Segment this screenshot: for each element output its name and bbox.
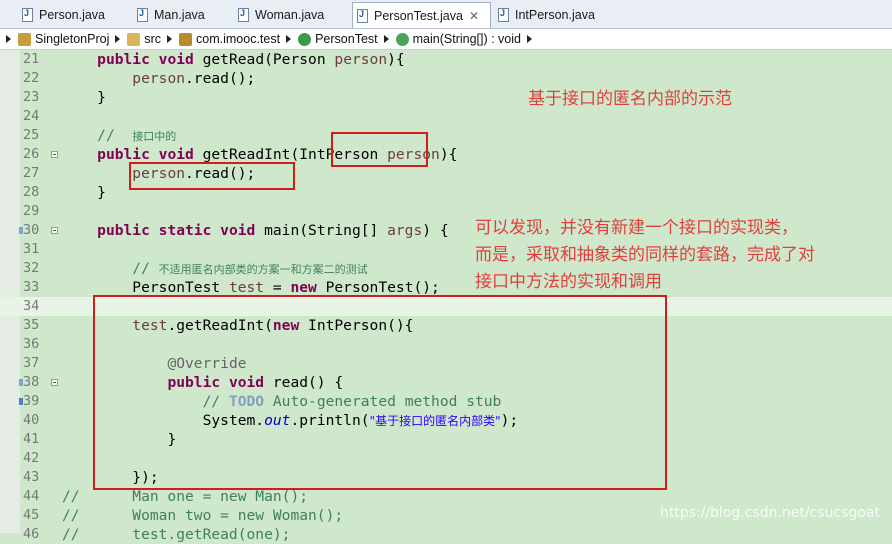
fold-toggle-icon[interactable] <box>51 151 58 158</box>
code-line: 24 <box>0 107 892 126</box>
java-file-icon <box>357 8 368 23</box>
line-number: 28 <box>23 184 40 200</box>
code-line: 21 public void getRead(Person person){ <box>23 51 405 68</box>
java-file-icon <box>498 8 509 22</box>
tab-label: Woman.java <box>255 8 325 22</box>
watermark: https://blog.csdn.net/csucsgoat <box>659 505 880 521</box>
chevron-right-icon <box>383 35 389 43</box>
annotation-line-2: 而是，采取和抽象类的同样的套路，完成了对 <box>475 245 815 265</box>
code-line: 46// test.getRead(one); <box>23 526 291 543</box>
line-number: 40 <box>23 412 40 428</box>
editor-tab-bar: Person.java Man.java Woman.java PersonTe… <box>0 0 892 29</box>
package-icon <box>179 32 193 46</box>
breadcrumb: SingletonProj src com.imooc.test PersonT… <box>0 29 892 50</box>
line-number: 41 <box>23 431 40 447</box>
tab-man-java[interactable]: Man.java <box>133 2 229 28</box>
tab-label: Person.java <box>39 8 106 22</box>
line-number: 43 <box>23 469 40 485</box>
line-number: 23 <box>23 89 40 105</box>
line-number: 42 <box>23 450 40 466</box>
breadcrumb-project[interactable]: SingletonProj <box>6 32 109 46</box>
highlight-box-person-read <box>129 162 295 190</box>
java-file-icon <box>22 8 33 22</box>
line-number: 29 <box>23 203 40 219</box>
breadcrumb-src[interactable]: src <box>115 32 161 46</box>
annotation-line-3: 接口中方法的实现和调用 <box>475 272 662 292</box>
line-number: 35 <box>23 317 40 333</box>
tab-woman-java[interactable]: Woman.java <box>234 2 348 28</box>
line-number: 45 <box>23 507 40 523</box>
breadcrumb-label: PersonTest <box>315 32 378 46</box>
annotation-title: 基于接口的匿名内部的示范 <box>528 89 732 109</box>
chevron-right-icon <box>115 35 121 43</box>
line-number: 33 <box>23 279 40 295</box>
code-line: 22 person.read(); <box>23 70 256 87</box>
line-number: 24 <box>23 108 40 124</box>
chevron-right-icon <box>527 35 532 43</box>
breadcrumb-label: main(String[]) : void <box>412 32 521 46</box>
java-file-icon <box>137 8 148 22</box>
line-number: 31 <box>23 241 40 257</box>
tab-label: Man.java <box>154 8 205 22</box>
class-icon <box>298 32 312 46</box>
source-folder-icon <box>127 32 141 46</box>
breadcrumb-label: com.imooc.test <box>196 32 281 46</box>
breadcrumb-package[interactable]: com.imooc.test <box>167 32 280 46</box>
chevron-right-icon <box>286 35 292 43</box>
breadcrumb-label: SingletonProj <box>35 32 110 46</box>
line-number: 36 <box>23 336 40 352</box>
line-number: 21 <box>23 51 40 67</box>
method-icon <box>395 32 409 46</box>
line-number: 39 <box>23 393 40 409</box>
chevron-right-icon <box>6 35 11 43</box>
java-file-icon <box>238 8 249 22</box>
highlight-box-anonymous-class <box>93 295 667 490</box>
line-number: 38 <box>23 374 40 390</box>
highlight-box-intperson <box>331 132 428 167</box>
tab-person-java[interactable]: Person.java <box>18 2 130 28</box>
line-number: 34 <box>23 298 40 314</box>
breadcrumb-label: src <box>144 32 162 46</box>
tab-label: PersonTest.java <box>374 8 463 23</box>
close-tab-icon[interactable]: ✕ <box>469 9 479 23</box>
code-line: 25 // 接口中的 <box>23 127 177 144</box>
fold-toggle-icon[interactable] <box>51 227 58 234</box>
code-line: 23 } <box>23 89 106 106</box>
tab-label: IntPerson.java <box>515 8 595 22</box>
annotation-line-1: 可以发现，并没有新建一个接口的实现类， <box>475 218 798 238</box>
line-number: 25 <box>23 127 40 143</box>
tab-intperson-java[interactable]: IntPerson.java <box>494 2 614 28</box>
breadcrumb-method[interactable]: main(String[]) : void <box>383 32 539 46</box>
tab-persontest-java[interactable]: PersonTest.java ✕ <box>352 2 491 28</box>
line-number: 46 <box>23 526 40 542</box>
line-number: 32 <box>23 260 40 276</box>
chevron-right-icon <box>167 35 173 43</box>
project-icon <box>18 32 31 46</box>
breadcrumb-class[interactable]: PersonTest <box>286 32 378 46</box>
line-number: 26 <box>23 146 40 162</box>
line-number: 44 <box>23 488 40 504</box>
line-number: 37 <box>23 355 40 371</box>
fold-toggle-icon[interactable] <box>51 379 58 386</box>
line-number: 30 <box>23 222 40 238</box>
line-number: 22 <box>23 70 40 86</box>
line-number: 27 <box>23 165 40 181</box>
